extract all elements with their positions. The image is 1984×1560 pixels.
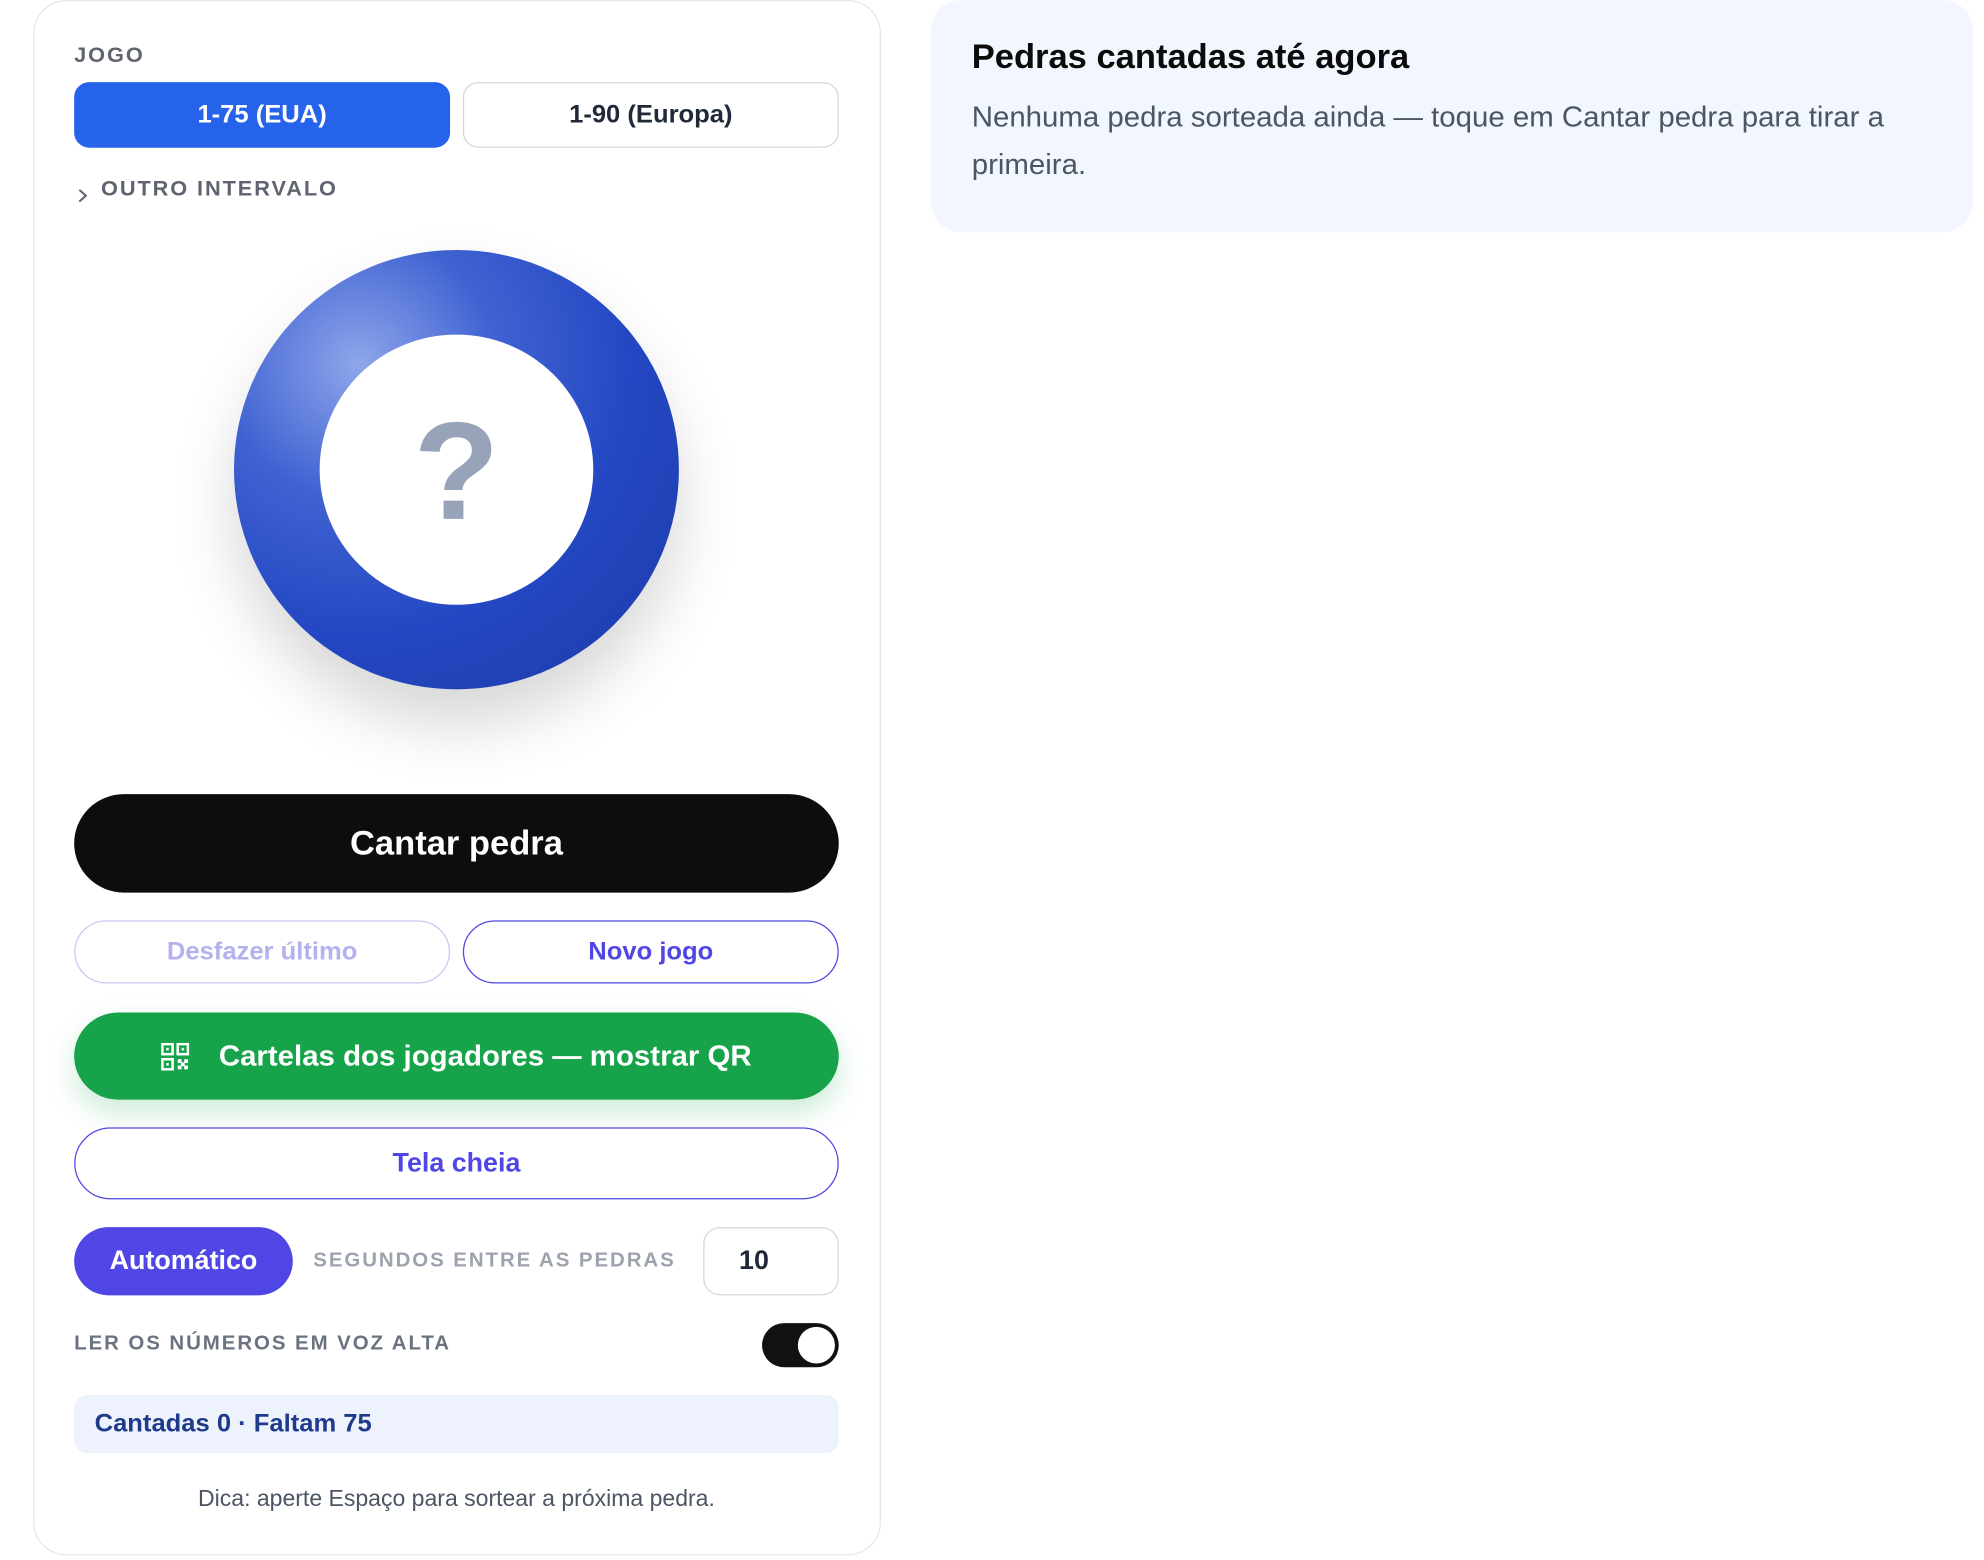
call-stone-button[interactable]: Cantar pedra <box>74 794 839 893</box>
qr-code-icon <box>161 1042 190 1070</box>
game-section-label: JOGO <box>74 42 145 67</box>
toggle-knob <box>797 1326 835 1364</box>
read-aloud-label: LER OS NÚMEROS EM VOZ ALTA <box>74 1333 451 1355</box>
keyboard-tip: Dica: aperte Espaço para sortear a próxi… <box>198 1485 715 1512</box>
seconds-input[interactable] <box>703 1227 839 1296</box>
range-90-button[interactable]: 1-90 (Europa) <box>462 82 839 148</box>
status-bar: Cantadas 0 · Faltam 75 <box>74 1395 839 1454</box>
chevron-right-icon <box>77 183 90 203</box>
called-stones-title: Pedras cantadas até agora <box>971 37 1410 76</box>
fullscreen-button[interactable]: Tela cheia <box>74 1127 839 1200</box>
called-stones-empty-text: Nenhuma pedra sorteada ainda — toque em … <box>971 99 1884 181</box>
undo-last-button[interactable]: Desfazer último <box>74 920 451 984</box>
caller-card <box>33 0 881 1556</box>
range-75-button[interactable]: 1-75 (EUA) <box>74 82 451 148</box>
bingo-ball-face: ? <box>319 334 594 605</box>
called-stones-panel: Pedras cantadas até agora Nenhuma pedra … <box>930 0 1973 233</box>
ball-number: ? <box>413 393 500 550</box>
new-game-button[interactable]: Novo jogo <box>462 920 839 984</box>
other-range-toggle[interactable]: OUTRO INTERVALO <box>77 176 338 203</box>
seconds-between-label: SEGUNDOS ENTRE AS PEDRAS <box>313 1249 676 1272</box>
show-qr-button[interactable]: Cartelas dos jogadores — mostrar QR <box>74 1012 839 1100</box>
auto-mode-button[interactable]: Automático <box>74 1227 293 1296</box>
read-aloud-toggle[interactable] <box>762 1323 839 1368</box>
show-qr-label: Cartelas dos jogadores — mostrar QR <box>218 1039 752 1072</box>
other-range-label: OUTRO INTERVALO <box>101 176 338 201</box>
